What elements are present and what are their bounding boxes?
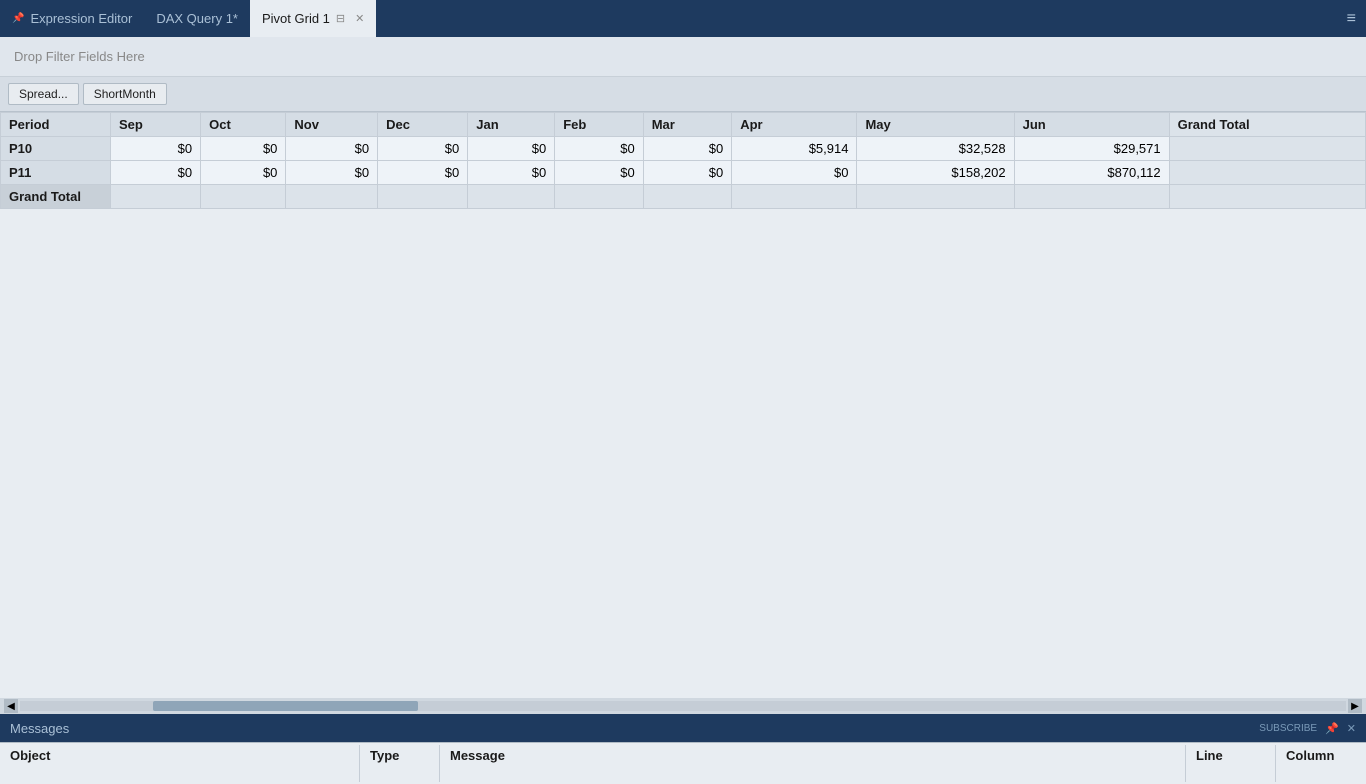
messages-col-type: Type	[360, 745, 440, 782]
messages-actions: SUBSCRIBE 📌 ✕	[1259, 722, 1356, 735]
tab-pivot-grid-label: Pivot Grid 1	[262, 11, 330, 26]
subscribe-badge: SUBSCRIBE	[1259, 723, 1317, 734]
cell-p11-jun: $870,112	[1014, 161, 1169, 185]
messages-pin-icon[interactable]: 📌	[1325, 722, 1339, 735]
cell-p10-apr: $5,914	[732, 137, 857, 161]
table-row-p10: P10 $0 $0 $0 $0 $0 $0 $0 $5,914 $32,528 …	[1, 137, 1366, 161]
messages-col-message: Message	[440, 745, 1186, 782]
cell-p11-jan: $0	[468, 161, 555, 185]
cell-gt-feb	[555, 185, 644, 209]
field-buttons-row: Spread... ShortMonth	[0, 77, 1366, 112]
cell-gt-nov	[286, 185, 378, 209]
scroll-right-arrow[interactable]: ▶	[1348, 699, 1362, 713]
tab-dax-query[interactable]: DAX Query 1*	[144, 0, 250, 37]
cell-p10-nov: $0	[286, 137, 378, 161]
horizontal-scrollbar[interactable]: ◀ ▶	[0, 698, 1366, 714]
tab-pivot-grid-close[interactable]: ✕	[355, 12, 364, 25]
cell-p10-may: $32,528	[857, 137, 1014, 161]
cell-p11-mar: $0	[643, 161, 732, 185]
col-header-oct: Oct	[201, 113, 286, 137]
col-header-jan: Jan	[468, 113, 555, 137]
main-content: Drop Filter Fields Here Spread... ShortM…	[0, 37, 1366, 698]
messages-col-line: Line	[1186, 745, 1276, 782]
cell-p10-sep: $0	[111, 137, 201, 161]
cell-gt-dec	[378, 185, 468, 209]
cell-p10-jun: $29,571	[1014, 137, 1169, 161]
tab-pivot-grid[interactable]: Pivot Grid 1 ⊟ ✕	[250, 0, 376, 37]
messages-col-object: Object	[0, 745, 360, 782]
cell-p11-apr: $0	[732, 161, 857, 185]
col-header-mar: Mar	[643, 113, 732, 137]
row-label-p10: P10	[1, 137, 111, 161]
cell-p10-feb: $0	[555, 137, 644, 161]
scroll-thumb[interactable]	[153, 701, 418, 711]
shortmonth-button[interactable]: ShortMonth	[83, 83, 167, 105]
cell-p11-oct: $0	[201, 161, 286, 185]
cell-gt-mar	[643, 185, 732, 209]
cell-p10-dec: $0	[378, 137, 468, 161]
cell-gt-oct	[201, 185, 286, 209]
cell-p11-nov: $0	[286, 161, 378, 185]
col-header-nov: Nov	[286, 113, 378, 137]
pivot-grid-table: Period Sep Oct Nov Dec Jan Feb Mar Apr M…	[0, 112, 1366, 209]
title-bar-menu[interactable]: ≡	[1337, 10, 1366, 28]
scroll-left-arrow[interactable]: ◀	[4, 699, 18, 713]
cell-gt-sep	[111, 185, 201, 209]
col-header-grand-total: Grand Total	[1169, 113, 1365, 137]
cell-gt-jun	[1014, 185, 1169, 209]
table-row-p11: P11 $0 $0 $0 $0 $0 $0 $0 $0 $158,202 $87…	[1, 161, 1366, 185]
col-header-apr: Apr	[732, 113, 857, 137]
scroll-track[interactable]	[20, 701, 1346, 711]
title-bar: 📌 Expression Editor DAX Query 1* Pivot G…	[0, 0, 1366, 37]
drop-filter-label: Drop Filter Fields Here	[14, 49, 145, 64]
cell-p11-dec: $0	[378, 161, 468, 185]
header-row: Period Sep Oct Nov Dec Jan Feb Mar Apr M…	[1, 113, 1366, 137]
messages-title-row: Messages SUBSCRIBE 📌 ✕	[0, 714, 1366, 742]
drop-filter-row[interactable]: Drop Filter Fields Here	[0, 37, 1366, 77]
tab-separator-icon: ⊟	[336, 12, 345, 25]
cell-p10-oct: $0	[201, 137, 286, 161]
cell-gt-grand-total	[1169, 185, 1365, 209]
messages-col-column: Column	[1276, 745, 1366, 782]
tab-dax-query-label: DAX Query 1*	[156, 11, 238, 26]
messages-close-icon[interactable]: ✕	[1347, 722, 1356, 735]
pivot-grid-wrapper[interactable]: Period Sep Oct Nov Dec Jan Feb Mar Apr M…	[0, 112, 1366, 697]
col-header-feb: Feb	[555, 113, 644, 137]
col-header-jun: Jun	[1014, 113, 1169, 137]
messages-title-label: Messages	[10, 721, 69, 736]
cell-p11-feb: $0	[555, 161, 644, 185]
cell-p10-grand-total	[1169, 137, 1365, 161]
cell-p11-sep: $0	[111, 161, 201, 185]
row-label-p11: P11	[1, 161, 111, 185]
col-header-dec: Dec	[378, 113, 468, 137]
spread-button[interactable]: Spread...	[8, 83, 79, 105]
cell-gt-may	[857, 185, 1014, 209]
table-row-grand-total: Grand Total	[1, 185, 1366, 209]
cell-gt-apr	[732, 185, 857, 209]
col-header-sep: Sep	[111, 113, 201, 137]
cell-p11-grand-total	[1169, 161, 1365, 185]
cell-p10-jan: $0	[468, 137, 555, 161]
row-label-grand-total: Grand Total	[1, 185, 111, 209]
messages-column-headers: Object Type Message Line Column	[0, 742, 1366, 784]
tab-expression-editor[interactable]: 📌 Expression Editor	[0, 0, 144, 37]
col-header-period: Period	[1, 113, 111, 137]
cell-p11-may: $158,202	[857, 161, 1014, 185]
cell-gt-jan	[468, 185, 555, 209]
cell-p10-mar: $0	[643, 137, 732, 161]
messages-bar: Messages SUBSCRIBE 📌 ✕ Object Type Messa…	[0, 714, 1366, 784]
col-header-may: May	[857, 113, 1014, 137]
tab-expression-editor-label: Expression Editor	[30, 11, 132, 26]
pin-icon: 📌	[12, 13, 24, 24]
